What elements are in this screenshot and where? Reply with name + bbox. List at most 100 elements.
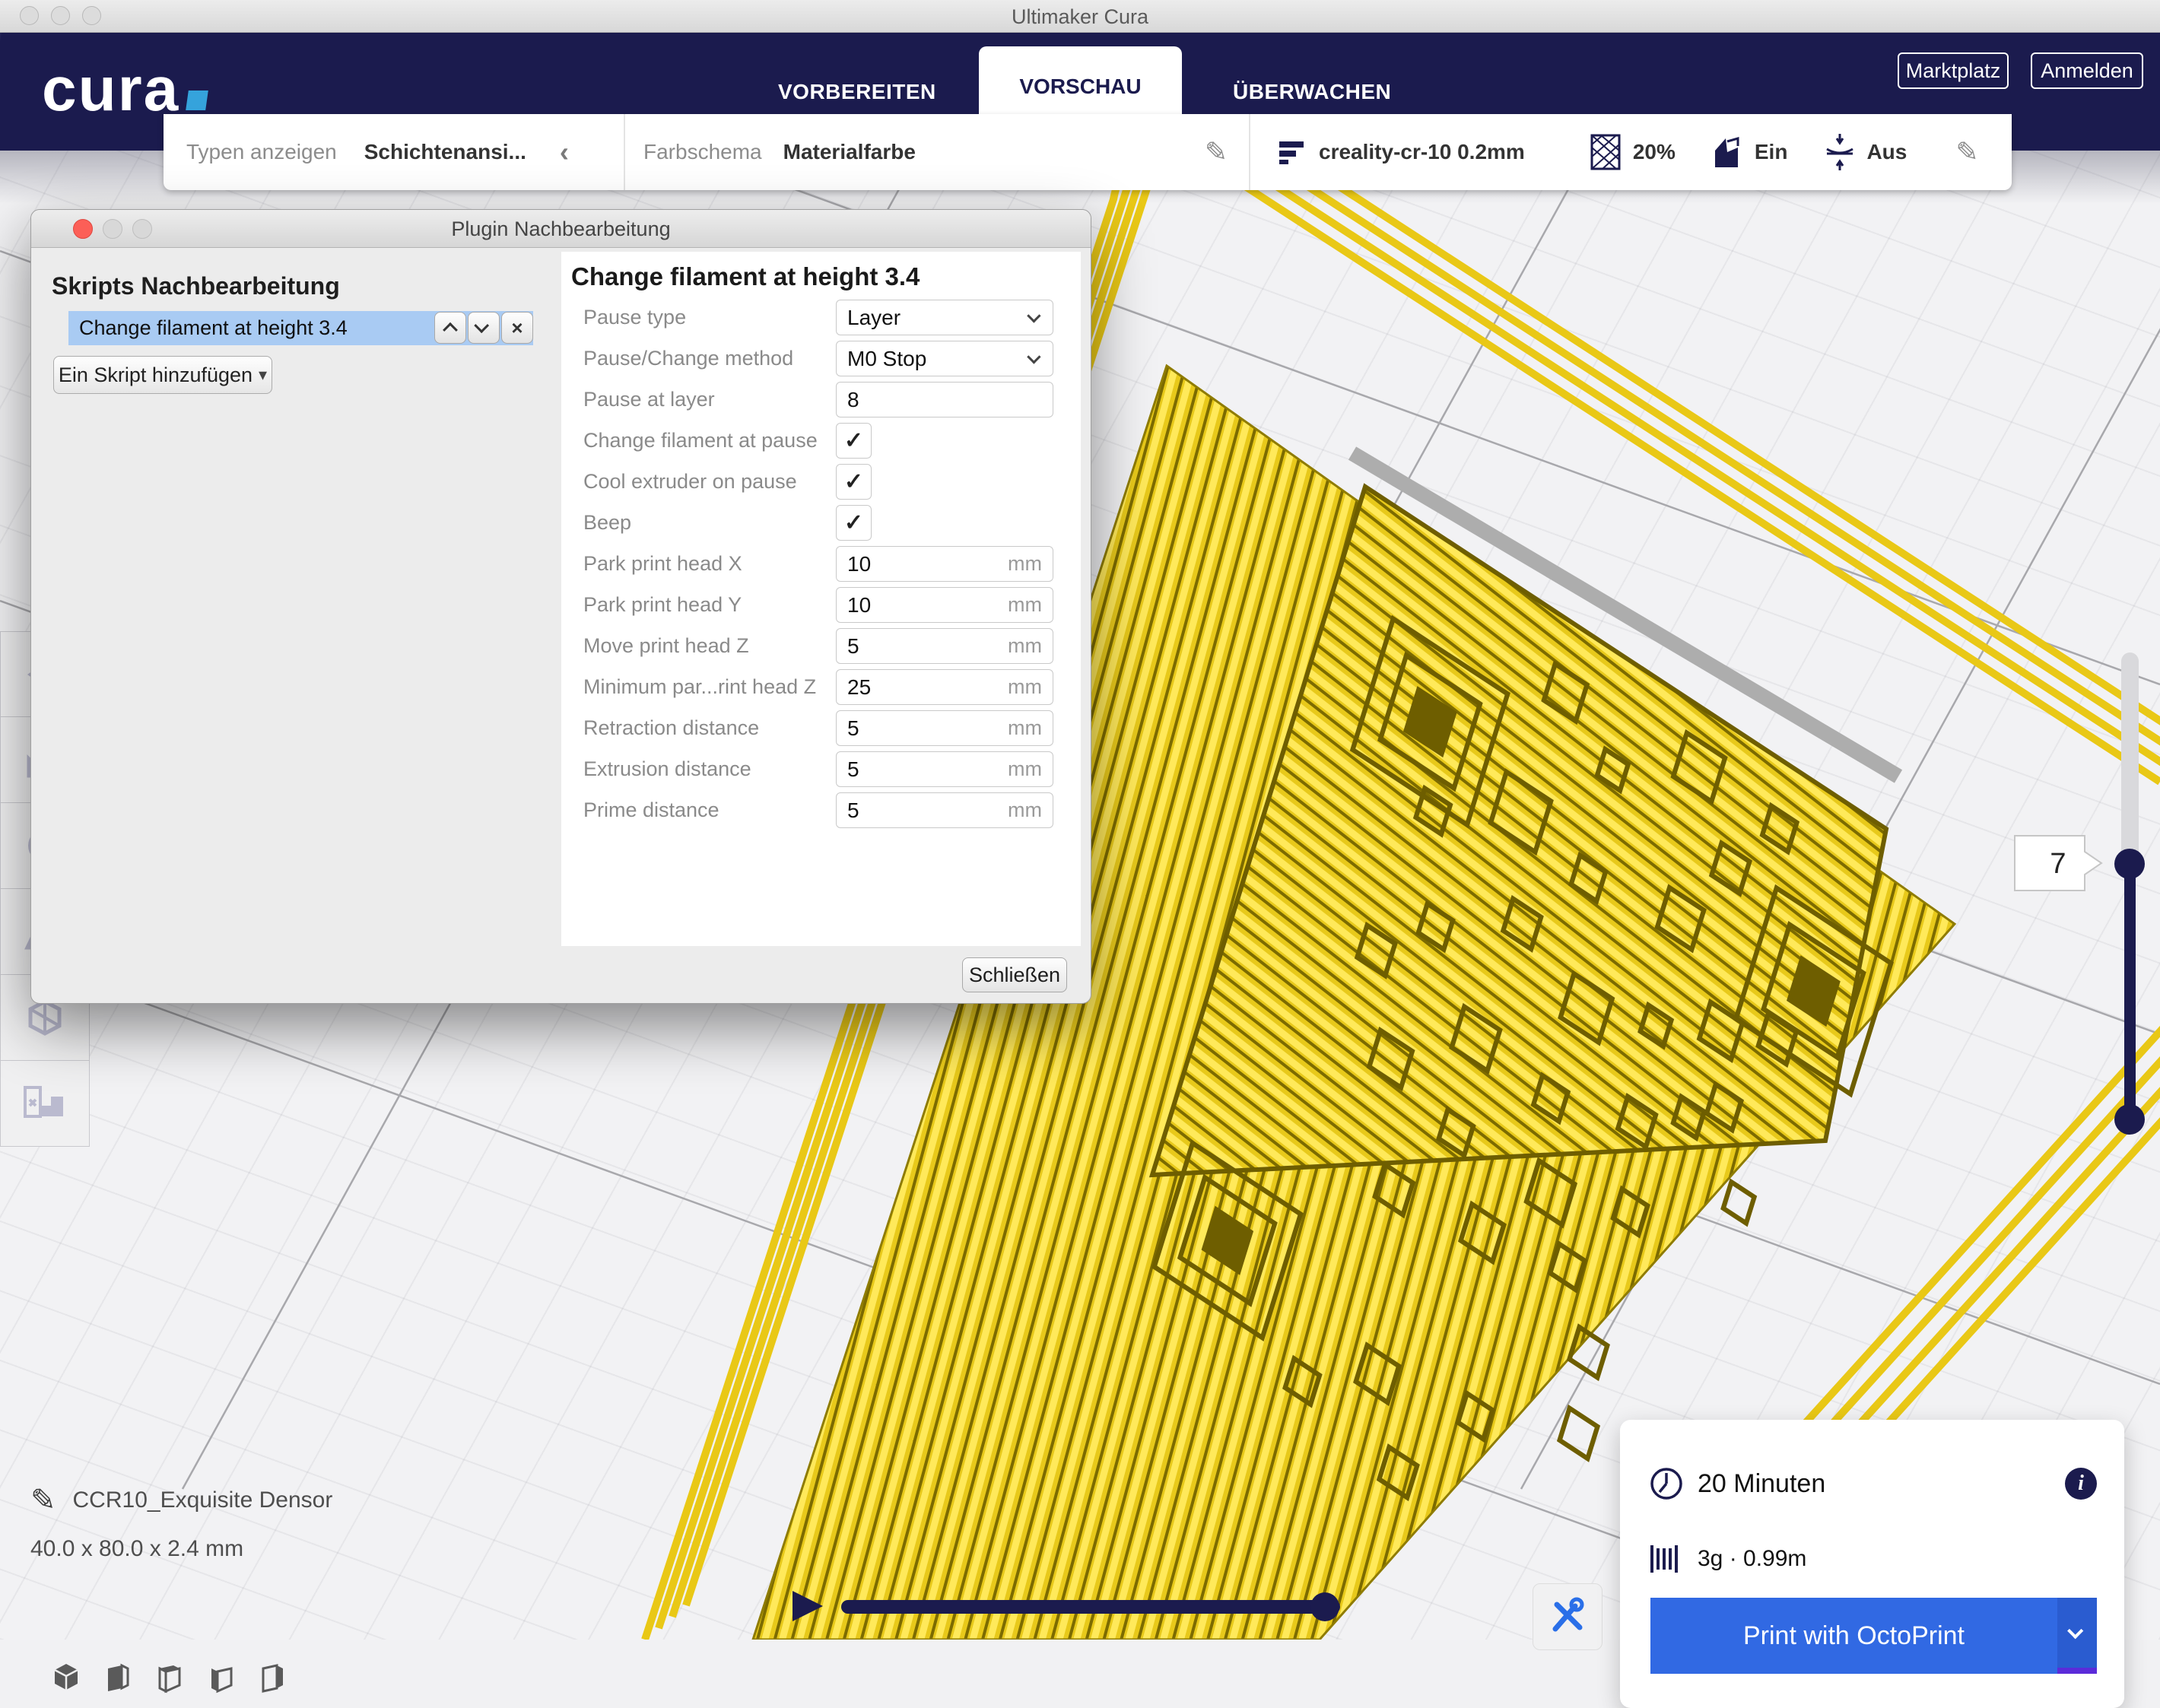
field-label: Prime distance — [583, 798, 719, 822]
material-usage-icon — [1649, 1544, 1684, 1574]
print-button-group: Print with OctoPrint — [1650, 1598, 2097, 1674]
clock-icon — [1649, 1466, 1684, 1501]
view-front-icon[interactable] — [100, 1659, 135, 1694]
print-button-accent — [2057, 1668, 2097, 1674]
window-titlebar: Ultimaker Cura — [0, 0, 2160, 33]
model-info: ✎ CCR10_Exquisite Densor 40.0 x 80.0 x 2… — [30, 1483, 332, 1597]
play-button[interactable] — [793, 1591, 823, 1621]
pause-at-layer-input[interactable]: 8 — [836, 382, 1053, 417]
remove-script-button[interactable]: × — [501, 312, 533, 344]
form-row-retraction: Retraction distance 5mm — [561, 710, 1081, 746]
window-title: Ultimaker Cura — [0, 5, 2160, 29]
field-label: Beep — [583, 511, 631, 535]
playback-handle[interactable] — [1310, 1592, 1339, 1621]
park-x-input[interactable]: 10mm — [836, 546, 1053, 582]
form-row-prime: Prime distance 5mm — [561, 792, 1081, 828]
field-label: Pause/Change method — [583, 347, 793, 370]
view-type-label: Typen anzeigen — [186, 140, 337, 164]
edit-print-settings-icon[interactable]: ✎ — [1955, 136, 1978, 168]
script-settings-panel: Change filament at height 3.4 Pause type… — [561, 252, 1081, 946]
marketplace-button[interactable]: Marktplatz — [1898, 52, 2009, 89]
color-scheme-value: Materialfarbe — [783, 140, 916, 164]
adhesion-value: Aus — [1866, 140, 1907, 164]
chevron-down-icon — [2067, 1623, 2083, 1639]
view-left-icon[interactable] — [204, 1659, 239, 1694]
field-label: Pause at layer — [583, 388, 715, 411]
model-name: CCR10_Exquisite Densor — [73, 1487, 333, 1513]
field-label: Pause type — [583, 306, 686, 329]
change-filament-checkbox[interactable]: ✓ — [836, 423, 872, 459]
signin-button[interactable]: Anmelden — [2031, 52, 2143, 89]
form-row-move-z: Move print head Z 5mm — [561, 628, 1081, 664]
support-value: Ein — [1755, 140, 1788, 164]
move-script-down-button[interactable] — [468, 312, 500, 344]
preview-toolbar: Typen anzeigen Schichtenansi... ‹ Farbsc… — [164, 114, 2012, 190]
print-time-estimate: 20 Minuten — [1698, 1469, 1825, 1499]
color-scheme-label: Farbschema — [643, 140, 762, 164]
retraction-distance-input[interactable]: 5mm — [836, 710, 1053, 746]
pause-type-select[interactable]: Layer — [836, 300, 1053, 335]
dialog-close-action-button[interactable]: Schließen — [962, 957, 1067, 992]
layer-number-label: 7 — [2050, 848, 2066, 880]
beep-checkbox[interactable]: ✓ — [836, 505, 872, 541]
layer-height-icon — [1278, 137, 1308, 167]
print-with-octoprint-button[interactable]: Print with OctoPrint — [1650, 1598, 2057, 1674]
move-z-input[interactable]: 5mm — [836, 628, 1053, 664]
form-row-cool-extruder: Cool extruder on pause ✓ — [561, 464, 1081, 500]
dialog-title: Plugin Nachbearbeitung — [31, 217, 1091, 241]
info-glyph: i — [2078, 1471, 2084, 1496]
support-blocker-button[interactable] — [0, 1061, 90, 1147]
adhesion-icon — [1824, 132, 1856, 172]
layer-slider-top-handle[interactable] — [2114, 849, 2145, 879]
print-button-label: Print with OctoPrint — [1743, 1621, 1965, 1651]
dialog-titlebar[interactable]: Plugin Nachbearbeitung — [31, 210, 1091, 248]
pause-method-select[interactable]: M0 Stop — [836, 341, 1053, 376]
view-type-selector[interactable]: Typen anzeigen Schichtenansi... ‹ — [164, 114, 624, 190]
form-row-pause-method: Pause/Change method M0 Stop — [561, 341, 1081, 376]
field-label: Park print head X — [583, 552, 742, 576]
cool-extruder-checkbox[interactable]: ✓ — [836, 464, 872, 500]
chevron-down-icon — [1027, 350, 1040, 364]
layer-playback-bar — [776, 1582, 1369, 1643]
checkmark-icon: ✓ — [844, 510, 863, 536]
print-options-dropdown[interactable] — [2057, 1598, 2097, 1668]
field-label: Park print head Y — [583, 593, 742, 617]
layer-number-flag[interactable]: 7 — [2014, 835, 2108, 891]
support-icon — [1712, 135, 1744, 169]
edit-pencil-icon[interactable]: ✎ — [1205, 136, 1228, 168]
form-row-park-x: Park print head X 10mm — [561, 546, 1081, 582]
extrusion-distance-input[interactable]: 5mm — [836, 751, 1053, 787]
add-script-button[interactable]: Ein Skript hinzufügen ▾ — [53, 356, 272, 394]
field-label: Retraction distance — [583, 716, 759, 740]
rename-model-icon[interactable]: ✎ — [30, 1483, 56, 1518]
layer-slider-track[interactable] — [2121, 652, 2139, 878]
view-right-icon[interactable] — [256, 1659, 291, 1694]
form-row-extrusion: Extrusion distance 5mm — [561, 751, 1081, 787]
infill-value: 20% — [1633, 140, 1676, 164]
min-park-z-input[interactable]: 25mm — [836, 669, 1053, 705]
print-settings-summary[interactable]: creality-cr-10 0.2mm 20% Ein Aus ✎ — [1250, 114, 2012, 190]
support-blocker-icon — [22, 1083, 68, 1124]
post-processing-dialog: Plugin Nachbearbeitung Skripts Nachbearb… — [30, 209, 1091, 1004]
layer-slider-range[interactable] — [2124, 864, 2136, 1119]
park-y-input[interactable]: 10mm — [836, 587, 1053, 623]
info-icon[interactable]: i — [2065, 1468, 2097, 1500]
prime-distance-input[interactable]: 5mm — [836, 792, 1053, 828]
chevron-down-icon — [1027, 309, 1040, 322]
printer-profile-value: creality-cr-10 0.2mm — [1319, 140, 1525, 164]
view-top-icon[interactable] — [152, 1659, 187, 1694]
caret-down-icon: ▾ — [259, 365, 267, 385]
print-summary-panel: 20 Minuten i 3g · 0.99m Print with OctoP… — [1620, 1420, 2124, 1708]
camera-view-buttons — [49, 1659, 351, 1694]
form-row-beep: Beep ✓ — [561, 505, 1081, 541]
color-scheme-selector[interactable]: Farbschema Materialfarbe ✎ — [625, 114, 1249, 190]
move-script-up-button[interactable] — [434, 312, 466, 344]
playback-track[interactable] — [841, 1600, 1340, 1614]
close-icon: × — [511, 316, 523, 340]
material-estimate: 3g · 0.99m — [1698, 1546, 1806, 1572]
form-row-park-y: Park print head Y 10mm — [561, 587, 1081, 623]
octoprint-settings-button[interactable] — [1533, 1583, 1603, 1650]
layer-slider-bottom-handle[interactable] — [2114, 1104, 2145, 1135]
collapse-panel-icon[interactable]: ‹ — [560, 136, 569, 168]
view-3d-icon[interactable] — [49, 1659, 84, 1694]
